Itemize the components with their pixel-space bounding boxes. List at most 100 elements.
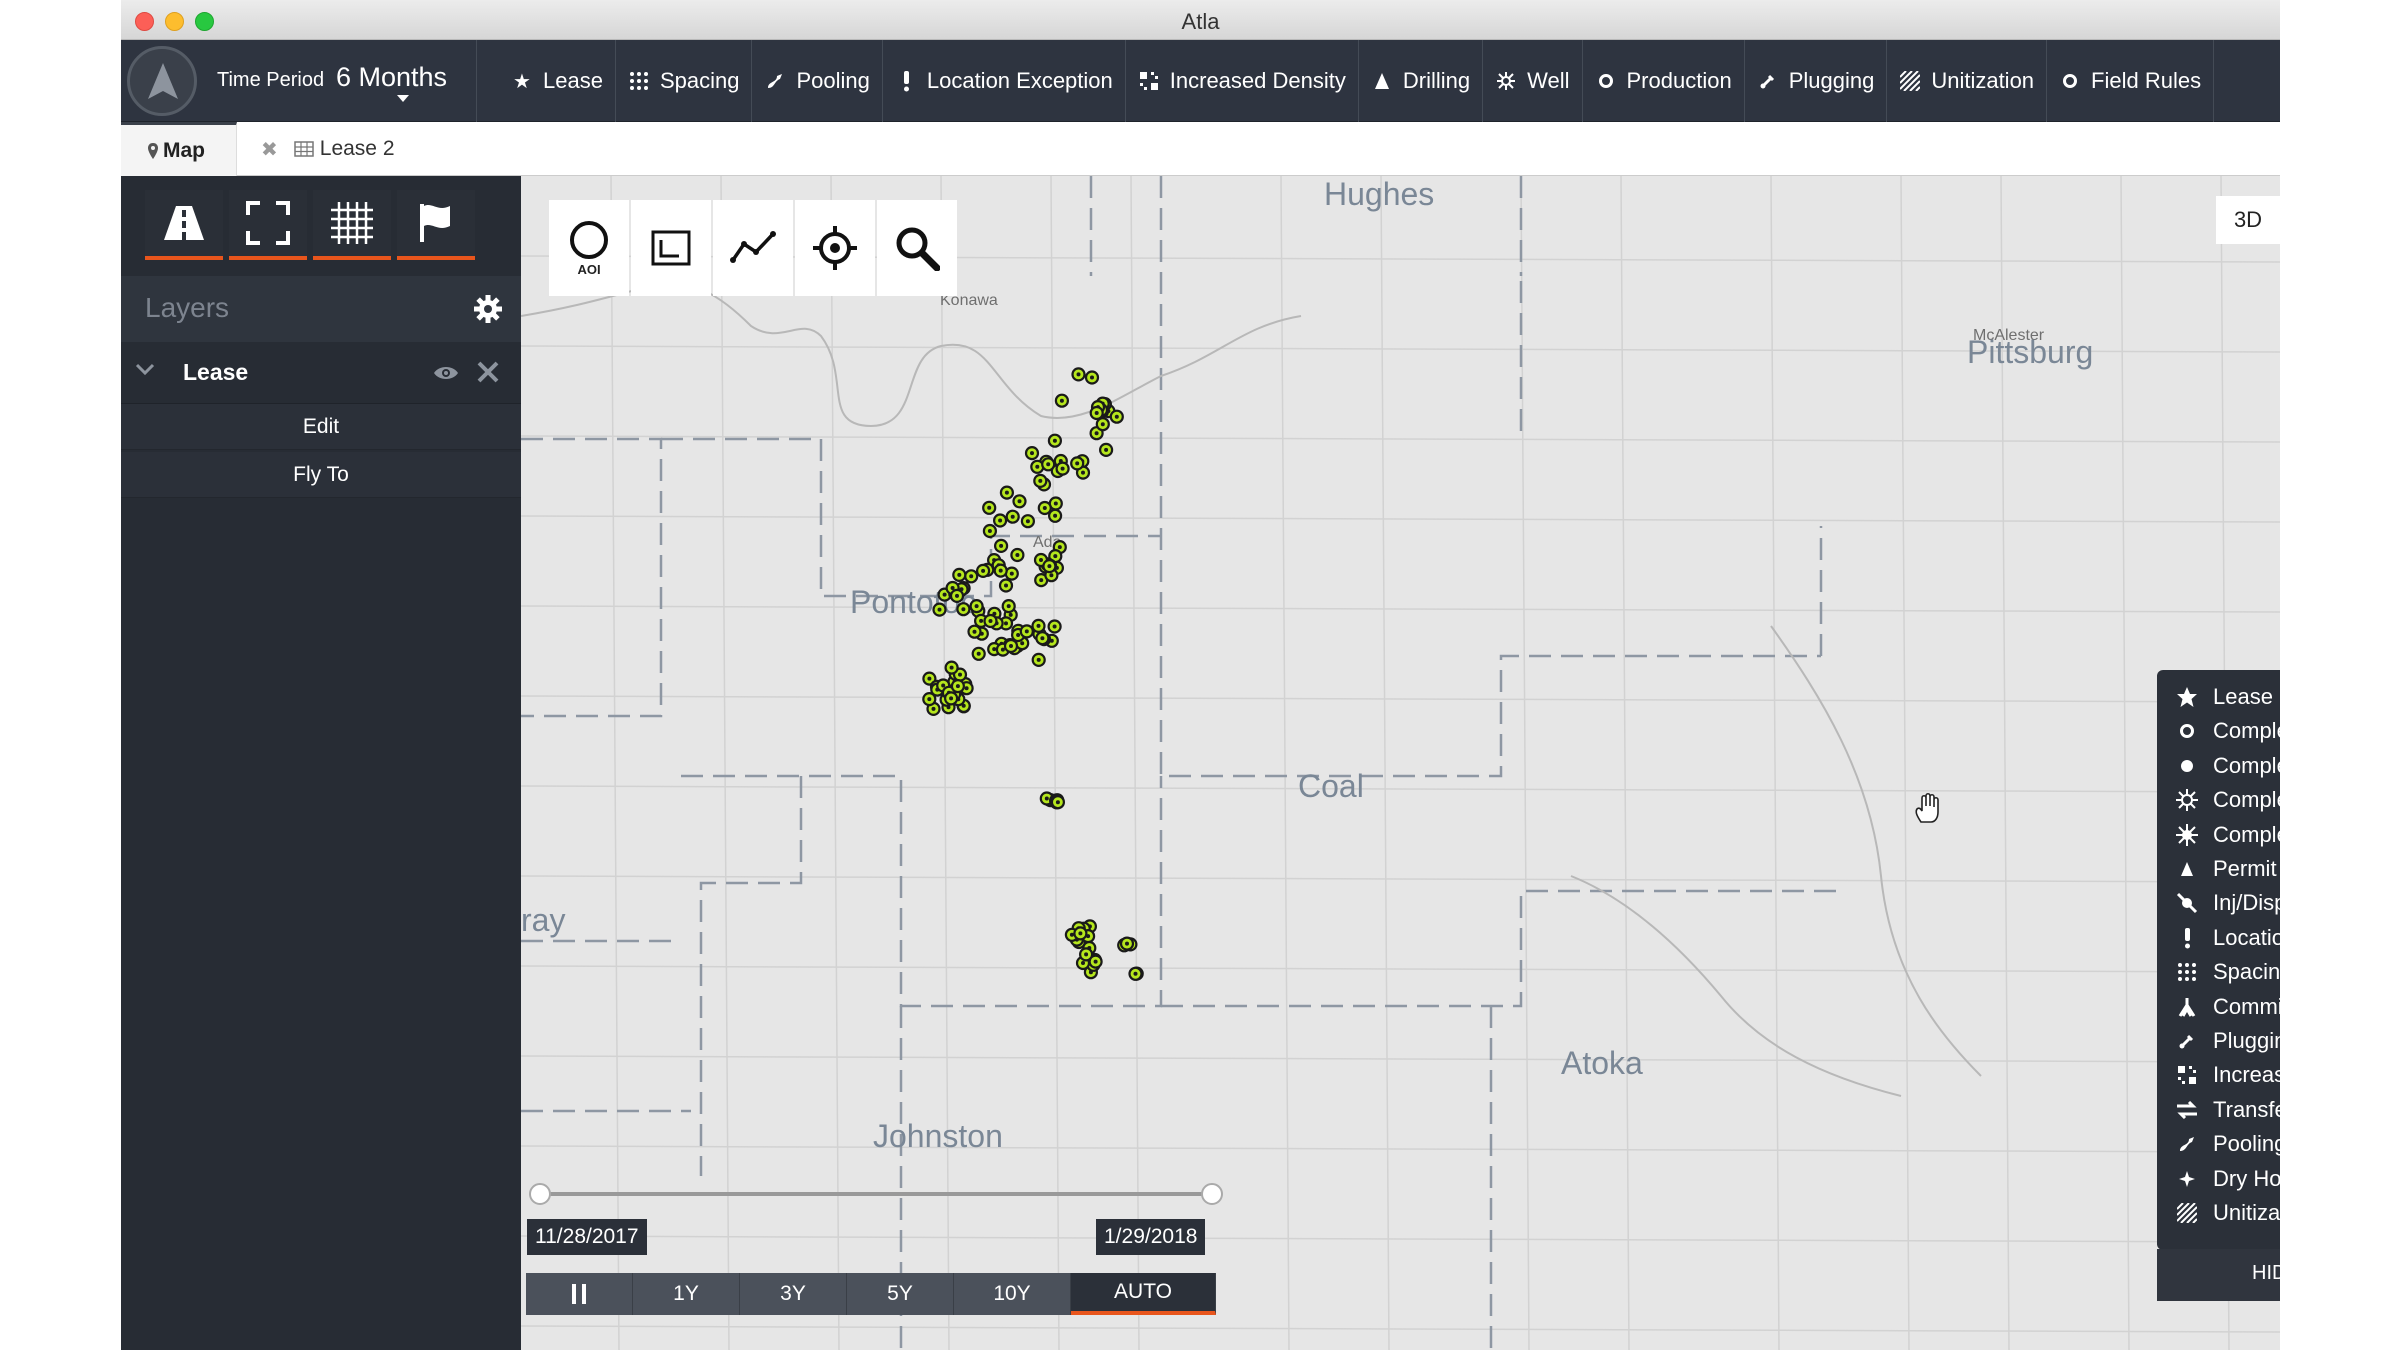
nav-unitization[interactable]: Unitization xyxy=(1887,40,2048,122)
well-marker-center xyxy=(987,529,992,533)
well-marker-center xyxy=(1036,623,1041,628)
commingle-icon xyxy=(2173,993,2201,1021)
nav-label: Field Rules xyxy=(2091,68,2202,93)
well-marker-center xyxy=(955,593,959,598)
nav-label: Production xyxy=(1626,68,1732,93)
timeline-controls: 1Y 3Y 5Y 10Y AUTO xyxy=(526,1273,1216,1315)
aoi-tool-button[interactable]: AOI xyxy=(549,200,629,296)
well-marker-center xyxy=(1100,422,1105,427)
rectangle-tool-button[interactable] xyxy=(631,200,711,296)
exclamation-icon xyxy=(895,70,917,92)
hide-legend-button[interactable]: HIDE LEGEND xyxy=(2157,1249,2280,1301)
well-marker-center xyxy=(998,518,1003,523)
line-tool-button[interactable] xyxy=(713,200,793,296)
well-marker-center xyxy=(1009,571,1014,576)
timeline-start-handle[interactable] xyxy=(529,1183,551,1205)
tab-lease[interactable]: ✖ Lease 2 xyxy=(261,122,395,176)
nav-field-rules[interactable]: Field Rules xyxy=(2047,40,2215,122)
timeline-end-handle[interactable] xyxy=(1201,1183,1223,1205)
well-marker-center xyxy=(972,629,977,634)
nav-lease[interactable]: ★ Lease xyxy=(499,40,616,122)
sun-icon xyxy=(2173,786,2201,814)
well-marker-center xyxy=(981,568,986,573)
well-marker-center xyxy=(1075,461,1080,466)
well-marker-center xyxy=(1025,519,1030,524)
legend-label: Completion xyxy=(2213,718,2280,744)
legend-item: Commingle xyxy=(2157,990,2280,1024)
close-tab-icon[interactable]: ✖ xyxy=(261,137,278,162)
legend-label: Location Exceptio xyxy=(2213,924,2280,950)
well-marker-center xyxy=(927,697,932,702)
layers-header: Layers xyxy=(121,276,521,342)
gear-icon[interactable] xyxy=(473,294,503,324)
search-tool-button[interactable] xyxy=(877,200,957,296)
range-10y-button[interactable]: 10Y xyxy=(954,1273,1071,1315)
chevron-down-icon[interactable] xyxy=(135,362,155,378)
toggle-3d-button[interactable]: 3D xyxy=(2216,196,2280,244)
well-marker-center xyxy=(1057,545,1062,550)
range-1y-button[interactable]: 1Y xyxy=(633,1273,740,1315)
map-pin-icon xyxy=(148,142,158,159)
app-window: Atla Time Period 6 Months ★ Lease Spacing… xyxy=(121,0,2280,1350)
map-view[interactable]: Konawa McAlester Ada Hughes Pittsburg Po… xyxy=(521,176,2280,1350)
legend-item: Plugging xyxy=(2157,1024,2280,1058)
well-marker-center xyxy=(1017,499,1022,504)
legend-item: Transfer xyxy=(2157,1093,2280,1127)
well-marker-center xyxy=(1004,583,1008,588)
flag-tool-button[interactable] xyxy=(397,190,475,260)
nav-label: Location Exception xyxy=(926,68,1113,93)
well-marker-center xyxy=(1038,478,1043,483)
eye-icon[interactable] xyxy=(433,364,459,382)
well-marker-center xyxy=(927,676,932,681)
app-logo[interactable] xyxy=(127,46,197,116)
pause-button[interactable] xyxy=(526,1273,633,1315)
well-marker-center xyxy=(1053,501,1058,506)
well-marker-center xyxy=(937,607,942,612)
nav-label: Drilling xyxy=(1402,68,1471,93)
well-marker-center xyxy=(1081,961,1085,965)
polyline-icon xyxy=(730,231,776,263)
fullscreen-tool-button[interactable] xyxy=(229,190,307,260)
close-icon[interactable] xyxy=(476,360,500,384)
time-period-selector[interactable]: Time Period 6 Months xyxy=(217,40,477,122)
well-marker-center xyxy=(1052,438,1057,443)
well-marker-center xyxy=(1094,431,1099,436)
legend-label: Completion (Oil & xyxy=(2213,821,2280,847)
well-marker-center xyxy=(1090,375,1094,380)
range-3y-button[interactable]: 3Y xyxy=(740,1273,847,1315)
nav-well[interactable]: Well xyxy=(1483,40,1583,122)
road-tool-button[interactable] xyxy=(145,190,223,260)
layer-name: Lease xyxy=(183,359,249,385)
range-auto-button[interactable]: AUTO xyxy=(1071,1273,1216,1315)
nav-pooling[interactable]: Pooling xyxy=(752,40,883,122)
well-marker-center xyxy=(1059,398,1064,403)
edit-button[interactable]: Edit xyxy=(121,404,521,450)
well-marker-center xyxy=(1049,573,1054,578)
timeline-track[interactable] xyxy=(539,1192,1219,1196)
hand-cursor-icon xyxy=(1915,792,1939,823)
hatch-icon xyxy=(1899,70,1921,92)
nav-location-exception[interactable]: Location Exception xyxy=(883,40,1126,122)
legend-item: Completion xyxy=(2157,714,2280,748)
nav-production[interactable]: Production xyxy=(1583,40,1745,122)
legend-label: Lease xyxy=(2213,684,2273,709)
well-marker-center xyxy=(1081,470,1085,475)
grid-tool-button[interactable] xyxy=(313,190,391,260)
tab-map[interactable]: Map xyxy=(121,122,237,176)
sun-dot-icon xyxy=(2173,821,2201,849)
nav-spacing[interactable]: Spacing xyxy=(616,40,753,122)
nav-drilling[interactable]: Drilling xyxy=(1359,40,1484,122)
road-icon xyxy=(164,206,204,240)
layer-row-lease[interactable]: Lease xyxy=(121,342,521,404)
well-icon xyxy=(1495,70,1517,92)
nav-plugging[interactable]: Plugging xyxy=(1745,40,1888,122)
tab-map-label: Map xyxy=(163,138,205,162)
fly-to-button[interactable]: Fly To xyxy=(121,452,521,498)
nav-increased-density[interactable]: Increased Density xyxy=(1126,40,1359,122)
grid-icon xyxy=(331,202,373,244)
search-icon xyxy=(896,227,940,271)
legend-item: Inj/Disp Well xyxy=(2157,886,2280,920)
well-marker-center xyxy=(950,586,955,590)
locate-tool-button[interactable] xyxy=(795,200,875,296)
range-5y-button[interactable]: 5Y xyxy=(847,1273,954,1315)
